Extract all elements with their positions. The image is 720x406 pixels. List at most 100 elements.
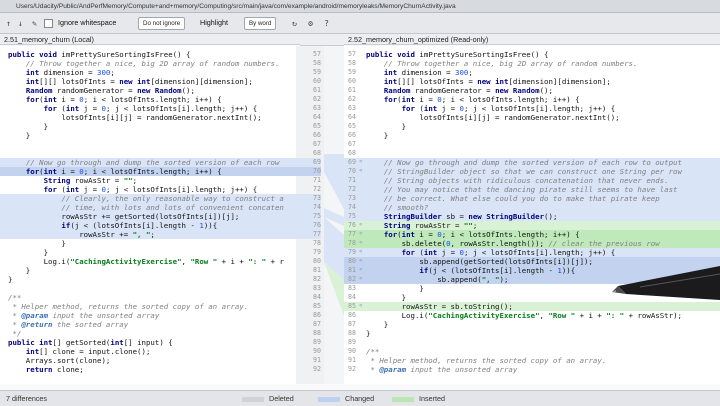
code-line[interactable]: return clone; [0,365,296,374]
code-line[interactable]: * Helper method, returns the sorted copy… [0,302,296,311]
code-line[interactable] [0,140,296,149]
diff-marker-icon[interactable]: « [359,266,363,273]
line-number: 70 [296,167,321,176]
code-line[interactable]: // Now go through and dump the sorted ve… [344,158,720,167]
code-line[interactable]: } [0,266,296,275]
code-line[interactable]: // You may notice that the dancing pirat… [344,185,720,194]
diff-marker-icon[interactable]: « [359,257,363,264]
code-line[interactable]: Random randomGenerator = new Random(); [344,86,720,95]
code-line[interactable]: int dimension = 300; [344,68,720,77]
diff-marker-icon[interactable]: « [359,239,363,246]
code-line[interactable]: // be correct. What else could you do to… [344,194,720,203]
code-line[interactable]: */ [0,329,296,338]
code-line[interactable]: // time, with lots and lots of convenien… [0,203,296,212]
code-line[interactable]: for(int i = 0; i < lotsOfInts.length; i+… [344,230,720,239]
code-text: for(int i = 0; i < lotsOfInts.length; i+… [25,95,222,104]
code-line[interactable]: } [0,131,296,140]
line-number: 68 [348,149,356,157]
code-line[interactable]: /** [0,293,296,302]
code-line[interactable]: Random randomGenerator = new Random(); [0,86,296,95]
code-line[interactable]: // smooth? [344,203,720,212]
code-line[interactable]: * Helper method, returns the sorted copy… [344,356,720,365]
code-text: * Helper method, returns the sorted copy… [8,302,249,311]
code-line[interactable]: sb.delete(0, rowAsStr.length()); // clea… [344,239,720,248]
refresh-button[interactable]: ↻ [290,13,299,33]
code-line[interactable] [344,140,720,149]
code-line[interactable]: String rowAsStr = ""; [0,176,296,185]
code-text: public void imPrettySureSortingIsFree() … [8,50,191,59]
code-line[interactable]: rowAsStr += getSorted(lotsOfInts[i])[j]; [0,212,296,221]
code-line[interactable]: * @return the sorted array [0,320,296,329]
code-line[interactable]: int[][] lotsOfInts = new int[dimension][… [0,77,296,86]
code-line[interactable]: * @param input the unsorted array [0,311,296,320]
code-line[interactable]: } [0,248,296,257]
code-line[interactable]: for(int i = 0; i < lotsOfInts.length; i+… [344,95,720,104]
diff-marker-icon[interactable]: « [359,302,363,309]
code-line[interactable]: StringBuilder sb = new StringBuilder(); [344,212,720,221]
code-line[interactable]: } [0,239,296,248]
code-line[interactable]: // Clearly, the only reasonable way to c… [0,194,296,203]
code-line[interactable]: // StringBuilder object so that we can c… [344,167,720,176]
code-line[interactable] [0,149,296,158]
code-line[interactable]: // Throw together a nice, big 2D array o… [0,59,296,68]
code-line[interactable]: public void imPrettySureSortingIsFree() … [0,50,296,59]
line-number: 82 [344,275,356,284]
code-line[interactable]: Arrays.sort(clone); [0,356,296,365]
diff-marker-icon[interactable]: « [359,167,363,174]
code-line[interactable]: } [0,275,296,284]
code-line[interactable]: rowAsStr += ", "; [0,230,296,239]
code-line[interactable]: public int[] getSorted(int[] input) { [0,338,296,347]
code-line[interactable]: int dimension = 300; [0,68,296,77]
code-line[interactable]: /** [344,347,720,356]
code-line[interactable]: int[] clone = input.clone(); [0,347,296,356]
code-line[interactable] [0,284,296,293]
code-line[interactable]: } [0,122,296,131]
line-number: 77 [296,230,321,239]
code-line[interactable]: String rowAsStr = ""; [344,221,720,230]
highlight-select[interactable]: By word [244,13,277,33]
line-number: 79 [313,248,321,256]
diff-marker-icon[interactable]: « [359,230,363,237]
code-line[interactable]: // Throw together a nice, big 2D array o… [344,59,720,68]
help-button[interactable]: ? [322,13,331,33]
settings-button[interactable]: ⚙ [306,13,315,33]
code-line[interactable]: for (int j = 0; j < lotsOfInts[i].length… [0,104,296,113]
code-line[interactable]: public void imPrettySureSortingIsFree() … [344,50,720,59]
code-line[interactable] [344,338,720,347]
code-line[interactable]: * @param input the unsorted array [344,365,720,374]
code-line[interactable]: for(int i = 0; i < lotsOfInts.length; i+… [0,167,296,176]
edit-button[interactable]: ✎ [30,13,39,33]
diff-marker-icon[interactable]: « [359,248,363,255]
right-pane-header: 2.52_memory_churn_optimized (Read-only) [344,34,720,45]
ignore-whitespace-checkbox[interactable] [44,13,56,33]
code-line[interactable]: } [344,329,720,338]
code-line[interactable]: } [344,122,720,131]
code-line[interactable]: sb.append(getSorted(lotsOfInts[i])[j]); [344,257,720,266]
code-line[interactable]: // Now go through and dump the sorted ve… [0,158,296,167]
code-line[interactable]: } [344,131,720,140]
code-line[interactable]: lotsOfInts[i][j] = randomGenerator.nextI… [0,113,296,122]
code-line[interactable]: int[][] lotsOfInts = new int[dimension][… [344,77,720,86]
line-number: 88 [348,329,356,337]
code-line[interactable]: for (int j = 0; j < lotsOfInts[i].length… [344,104,720,113]
ignore-whitespace-select[interactable]: Do not ignore [138,13,186,33]
code-line[interactable]: lotsOfInts[i][j] = randomGenerator.nextI… [344,113,720,122]
line-number: 57 [348,50,356,58]
prev-diff-button[interactable]: ↑ [4,13,13,33]
code-line[interactable]: Log.i("CachingActivityExercise", "Row " … [0,257,296,266]
next-diff-button[interactable]: ↓ [16,13,25,33]
code-line[interactable]: for (int j = 0; j < lotsOfInts[i].length… [344,248,720,257]
left-code-pane[interactable]: public void imPrettySureSortingIsFree() … [0,46,296,384]
diff-marker-icon[interactable]: « [359,158,363,165]
code-line[interactable] [344,149,720,158]
diff-marker-icon[interactable]: « [359,275,363,282]
file-path-bar: Users/Udacity/Public/AndPerfMemory/Compu… [0,0,720,13]
diff-marker-icon[interactable]: « [359,221,363,228]
line-number: 90 [348,347,356,355]
code-line[interactable]: for (int j = 0; j < lotsOfInts[i].length… [0,185,296,194]
code-line[interactable]: for(int i = 0; i < lotsOfInts.length; i+… [0,95,296,104]
line-number: 91 [348,356,356,364]
right-code-pane[interactable]: public void imPrettySureSortingIsFree() … [344,46,720,384]
code-line[interactable]: if(j < (lotsOfInts[i].length - 1)){ [0,221,296,230]
code-line[interactable]: // String objects with ridiculous concat… [344,176,720,185]
